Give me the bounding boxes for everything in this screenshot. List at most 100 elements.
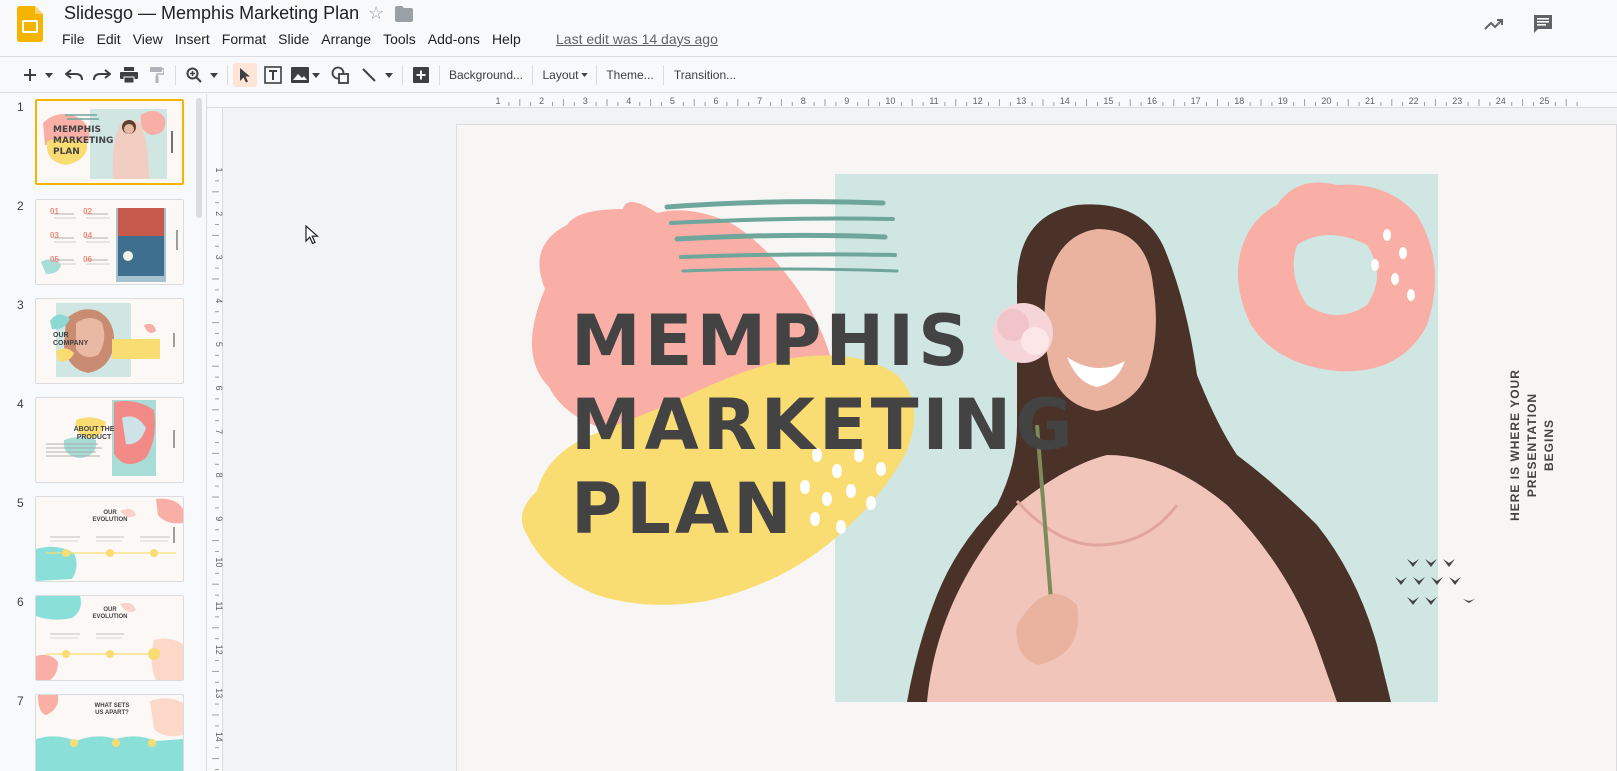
image-dropdown-icon[interactable] xyxy=(310,63,322,87)
toolbar-separator xyxy=(227,65,228,85)
ruler-tick-label: 14 xyxy=(214,732,223,742)
slide-thumbnail-7[interactable]: WHAT SETS US APART? xyxy=(35,694,184,771)
folder-icon[interactable] xyxy=(395,6,413,22)
slide-side-text: HERE IS WHERE YOUR PRESENTATION BEGINS xyxy=(1508,369,1556,521)
slide-thumbnail-title: MEMPHIS MARKETING PLAN xyxy=(53,125,114,157)
mouse-cursor-icon xyxy=(305,225,319,245)
print-icon[interactable] xyxy=(118,63,140,87)
menu-help[interactable]: Help xyxy=(486,29,527,51)
ruler-tick-label: 2 xyxy=(214,211,223,216)
horizontal-ruler[interactable]: 1 2 3 4 5 6 7 8 9 10 11 12 13 14 15 16 17 18 19 20 21 22 23 24 2… xyxy=(207,94,1617,108)
ruler-tick-label: 3 xyxy=(583,96,588,106)
ruler-tick-label: 23 xyxy=(1452,96,1462,106)
ruler-tick-label: 14 xyxy=(1060,96,1070,106)
layout-dropdown-icon xyxy=(580,73,588,77)
menu-format[interactable]: Format xyxy=(216,29,272,51)
document-title[interactable]: Slidesgo — Memphis Marketing Plan xyxy=(64,3,359,24)
slides-logo-icon[interactable] xyxy=(17,6,43,42)
slide-thumbnail-5[interactable]: OUR EVOLUTION xyxy=(35,496,184,582)
background-button[interactable]: Background... xyxy=(446,63,526,87)
slides-app: Slidesgo — Memphis Marketing Plan ☆ File… xyxy=(0,0,1617,771)
ruler-tick-label: 11 xyxy=(929,96,938,106)
slide-filmstrip[interactable]: 1 MEMPHIS MARKETING PLAN 2 01 02 03 04 0… xyxy=(0,94,207,771)
slide-thumbnail-2[interactable]: 01 02 03 04 05 06 xyxy=(35,199,184,285)
insert-image-icon[interactable] xyxy=(289,63,311,87)
text-box-icon[interactable] xyxy=(262,63,284,87)
slide-side-text-box[interactable]: HERE IS WHERE YOUR PRESENTATION BEGINS xyxy=(1507,365,1556,525)
zoom-icon[interactable] xyxy=(183,63,205,87)
thumb-num-04: 04 xyxy=(83,231,93,240)
slide-thumbnail-title: ABOUT THE PRODUCT xyxy=(73,426,115,441)
layout-button[interactable]: Layout xyxy=(539,63,591,87)
slide-title[interactable]: MEMPHIS MARKETING PLAN xyxy=(571,299,1077,551)
menu-edit[interactable]: Edit xyxy=(91,29,127,51)
slide-number: 5 xyxy=(17,496,24,510)
undo-icon[interactable] xyxy=(63,63,85,87)
slide-thumbnail-1[interactable]: MEMPHIS MARKETING PLAN xyxy=(35,99,184,185)
ruler-tick-label: 13 xyxy=(1016,96,1026,106)
theme-button[interactable]: Theme... xyxy=(602,63,658,87)
line-dropdown-icon[interactable] xyxy=(382,63,396,87)
slide-thumbnail-4[interactable]: ABOUT THE PRODUCT xyxy=(35,397,184,483)
slide-number: 1 xyxy=(17,100,24,114)
slide-thumbnail-title: OUR EVOLUTION xyxy=(92,607,128,620)
shape-icon[interactable] xyxy=(329,63,351,87)
menu-bar: File Edit View Insert Format Slide Arran… xyxy=(56,29,527,51)
filmstrip-scrollbar[interactable] xyxy=(196,98,202,218)
slide-canvas-area[interactable]: MEMPHIS MARKETING PLAN HERE IS WHERE YOU… xyxy=(223,108,1617,771)
comments-icon[interactable] xyxy=(1531,12,1555,36)
line-icon[interactable] xyxy=(358,63,380,87)
menu-slide[interactable]: Slide xyxy=(272,29,315,51)
menu-tools[interactable]: Tools xyxy=(377,29,422,51)
menu-insert[interactable]: Insert xyxy=(169,29,216,51)
ruler-tick-label: 7 xyxy=(757,96,762,106)
add-comment-icon[interactable] xyxy=(410,63,432,87)
menu-file[interactable]: File xyxy=(56,29,91,51)
ruler-tick-label: 21 xyxy=(1365,96,1375,106)
ruler-tick-label: 3 xyxy=(214,255,223,260)
activity-trend-icon[interactable] xyxy=(1482,12,1506,36)
toolbar-separator xyxy=(439,65,440,85)
ruler-tick-label: 12 xyxy=(214,645,223,655)
zoom-dropdown-icon[interactable] xyxy=(207,63,221,87)
slide-number: 4 xyxy=(17,397,24,411)
menu-addons[interactable]: Add-ons xyxy=(422,29,486,51)
ruler-tick-label: 9 xyxy=(214,516,223,521)
slide-number: 7 xyxy=(17,694,24,708)
ruler-tick-label: 2 xyxy=(539,96,544,106)
ruler-tick-label: 17 xyxy=(1191,96,1201,106)
ruler-tick-label: 5 xyxy=(670,96,675,106)
paint-format-icon[interactable] xyxy=(146,63,168,87)
toolbar-separator xyxy=(175,65,176,85)
ruler-tick-label: 8 xyxy=(214,473,223,478)
ruler-tick-label: 4 xyxy=(214,298,223,303)
toolbar: Background... Layout Theme... Transition… xyxy=(0,56,1617,93)
transition-button[interactable]: Transition... xyxy=(669,63,741,87)
slide-thumbnail-6[interactable]: OUR EVOLUTION xyxy=(35,595,184,681)
ruler-tick-label: 8 xyxy=(801,96,806,106)
slide-thumbnail-3[interactable]: OUR COMPANY xyxy=(35,298,184,384)
ruler-tick-label: 24 xyxy=(1496,96,1506,106)
ruler-tick-label: 12 xyxy=(973,96,983,106)
menu-arrange[interactable]: Arrange xyxy=(315,29,377,51)
theme-button-label: Theme... xyxy=(606,68,654,82)
ruler-tick-label: 18 xyxy=(1234,96,1244,106)
ruler-tick-label: 5 xyxy=(214,342,223,347)
background-button-label: Background... xyxy=(448,68,524,82)
horizontal-ruler-ticks: 1 2 3 4 5 6 7 8 9 10 11 12 13 14 15 16 17 18 19 20 21 22 23 24 2… xyxy=(495,96,1578,106)
slide-number: 2 xyxy=(17,199,24,213)
current-slide[interactable]: MEMPHIS MARKETING PLAN HERE IS WHERE YOU… xyxy=(456,124,1617,771)
vertical-ruler[interactable]: 1 2 3 4 5 6 7 8 9 10 11 12 13 14 xyxy=(207,108,224,771)
ruler-tick-label: 1 xyxy=(495,96,500,106)
ruler-tick-label: 16 xyxy=(1147,96,1157,106)
last-edit-link[interactable]: Last edit was 14 days ago xyxy=(556,31,718,47)
menu-view[interactable]: View xyxy=(127,29,169,51)
redo-icon[interactable] xyxy=(91,63,113,87)
new-slide-dropdown-icon[interactable] xyxy=(42,63,56,87)
star-icon[interactable]: ☆ xyxy=(368,3,384,24)
ruler-tick-label: 13 xyxy=(214,688,223,698)
select-tool-icon[interactable] xyxy=(233,63,257,87)
slide-thumbnail-title: OUR EVOLUTION xyxy=(92,510,128,523)
slide-thumbnail-title: OUR COMPANY xyxy=(53,332,89,347)
new-slide-icon[interactable] xyxy=(20,63,40,87)
